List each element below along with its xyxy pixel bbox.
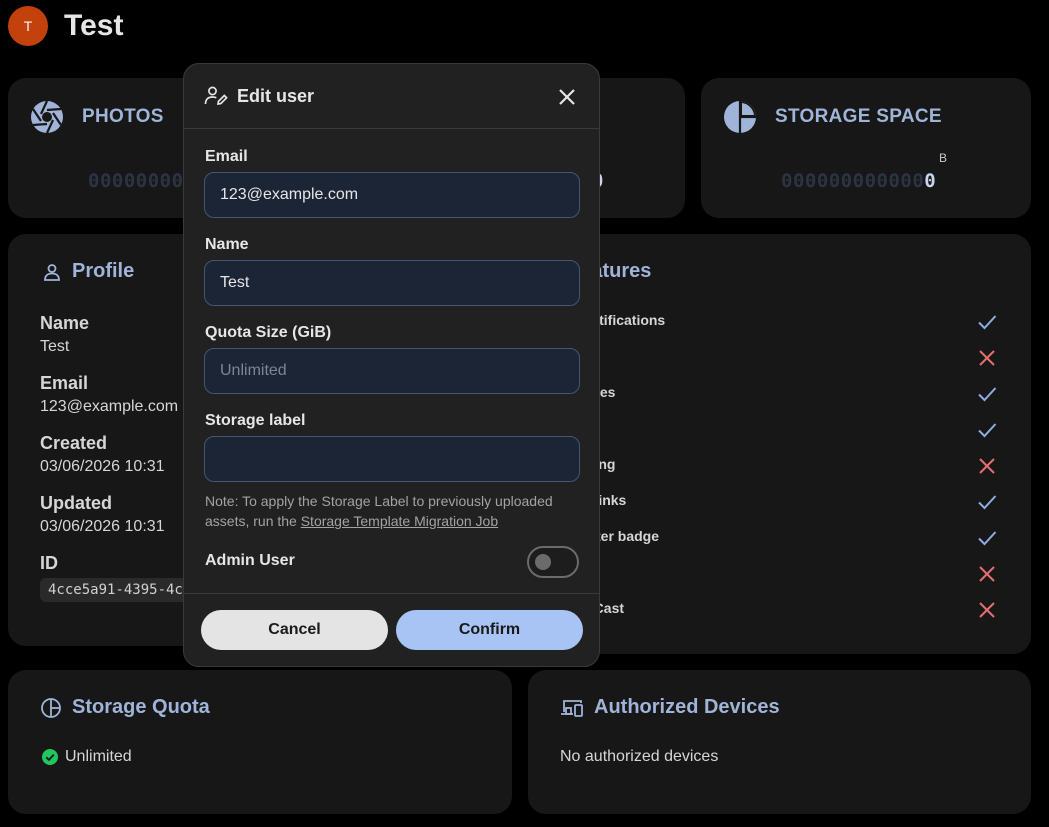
user-icon [44, 263, 60, 281]
profile-email-label: Email [40, 373, 89, 393]
name-label: Name [205, 236, 249, 253]
name-field[interactable] [204, 260, 580, 306]
check-icon [978, 423, 997, 438]
profile-name-field: Name Test [40, 313, 89, 356]
profile-created-field: Created 03/06/2026 10:31 [40, 433, 165, 476]
cancel-button[interactable]: Cancel [201, 610, 388, 650]
storage-unit: B [939, 151, 948, 165]
features-card: Features notificationssorieseatingd link… [528, 234, 1031, 654]
storage-quota-title: Storage Quota [40, 696, 210, 719]
toggle-knob [535, 554, 551, 570]
feature-row: notifications [582, 312, 1031, 334]
authorized-devices-title: Authorized Devices [560, 696, 780, 719]
feature-row: d links [582, 492, 1031, 514]
check-circle-icon [42, 749, 58, 765]
email-field[interactable] [204, 172, 580, 218]
feature-row: s [582, 348, 1031, 370]
confirm-button[interactable]: Confirm [396, 610, 583, 650]
storage-space-stat-value: 0000000000000 [781, 170, 937, 192]
check-icon [978, 315, 997, 330]
storage-label-label: Storage label [205, 412, 306, 429]
profile-name-value: Test [40, 338, 70, 355]
camera-aperture-icon [31, 100, 63, 134]
avatar[interactable]: T [8, 6, 48, 46]
profile-updated-value: 03/06/2026 10:31 [40, 518, 165, 535]
storage-space-stat-title: STORAGE SPACE [775, 106, 942, 127]
cross-icon [979, 602, 995, 618]
profile-id-field: ID 4cce5a91-4395-4c [40, 553, 191, 602]
profile-id-value: 4cce5a91-4395-4c [40, 578, 191, 602]
feature-row: e [582, 420, 1031, 442]
admin-user-label: Admin User [205, 552, 295, 569]
cross-icon [979, 458, 995, 474]
storage-label-note: Note: To apply the Storage Label to prev… [205, 491, 585, 531]
close-icon[interactable] [558, 88, 576, 106]
user-edit-icon [204, 86, 228, 106]
profile-name-label: Name [40, 313, 90, 333]
photos-stat-title: PHOTOS [82, 106, 164, 127]
pie-chart-icon [41, 697, 61, 718]
page-title: Test [64, 9, 124, 42]
check-icon [978, 495, 997, 510]
profile-created-value: 03/06/2026 10:31 [40, 458, 165, 475]
pie-chart-icon [724, 101, 756, 133]
cross-icon [979, 566, 995, 582]
profile-email-field: Email 123@example.com [40, 373, 178, 416]
profile-updated-label: Updated [40, 493, 112, 513]
storage-quota-card: Storage Quota Unlimited [8, 670, 512, 814]
modal-title: Edit user [237, 86, 315, 106]
cross-icon [979, 350, 995, 366]
storage-space-stat-card: STORAGE SPACE B 0000000000000 [701, 78, 1031, 218]
feature-row: orter badge [582, 528, 1031, 550]
quota-size-label: Quota Size (GiB) [205, 324, 332, 341]
feature-list: notifications s ories e ating d links orter ba… [582, 312, 1031, 622]
email-label: Email [205, 148, 248, 165]
modal-footer-divider [184, 593, 599, 594]
admin-user-toggle[interactable] [527, 546, 579, 578]
devices-icon [561, 699, 583, 717]
check-icon [978, 387, 997, 402]
profile-created-label: Created [40, 433, 108, 453]
storage-template-migration-link[interactable]: Storage Template Migration Job [301, 513, 498, 529]
storage-quota-status-text: Unlimited [65, 748, 132, 765]
modal-header: Edit user [184, 64, 599, 129]
feature-row: e Cast [582, 600, 1031, 622]
avatar-letter: T [23, 18, 33, 34]
profile-id-label: ID [40, 553, 58, 573]
authorized-devices-empty-text: No authorized devices [560, 748, 719, 765]
profile-title: Profile [42, 260, 134, 283]
quota-size-field[interactable] [204, 348, 580, 394]
profile-email-value: 123@example.com [40, 398, 179, 415]
edit-user-modal: Edit user Email Name Quota Size (GiB) St… [183, 63, 600, 667]
profile-updated-field: Updated 03/06/2026 10:31 [40, 493, 165, 536]
storage-quota-status: Unlimited [42, 748, 132, 766]
feature-row: ating [582, 456, 1031, 478]
feature-row: ories [582, 384, 1031, 406]
authorized-devices-card: Authorized Devices No authorized devices [528, 670, 1031, 814]
storage-label-field[interactable] [204, 436, 580, 482]
feature-row [582, 564, 1031, 586]
check-icon [978, 531, 997, 546]
